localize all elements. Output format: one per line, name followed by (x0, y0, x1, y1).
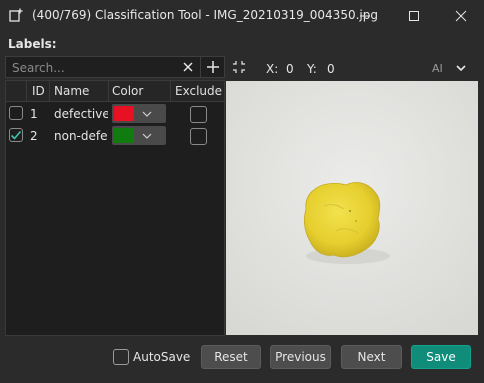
fit-to-window-icon[interactable] (232, 60, 246, 74)
labels-heading: Labels: (8, 37, 57, 51)
column-divider (49, 81, 50, 101)
exclude-checkbox[interactable] (190, 128, 207, 145)
minimize-button[interactable] (342, 0, 388, 32)
search-bar (5, 56, 225, 79)
viewer-toolbar: X: 0 Y: 0 AI (226, 56, 478, 80)
color-dropdown[interactable] (112, 104, 166, 123)
y-label: Y: (307, 62, 317, 76)
minimize-icon (360, 15, 370, 17)
header-color: Color (112, 84, 144, 98)
autosave-label: AutoSave (133, 350, 191, 364)
classification-tool-window: (400/769) Classification Tool - IMG_2021… (0, 0, 484, 383)
sample-image (226, 81, 478, 335)
image-canvas[interactable] (226, 81, 478, 335)
table-row[interactable]: 1 defective (6, 103, 224, 125)
previous-button[interactable]: Previous (270, 345, 331, 369)
table-row[interactable]: 2 non-defe (6, 125, 224, 147)
column-divider (26, 81, 27, 101)
maximize-button[interactable] (391, 0, 437, 32)
color-dropdown[interactable] (112, 126, 166, 145)
save-button[interactable]: Save (411, 345, 471, 369)
chevron-down-icon (140, 107, 154, 121)
chevron-down-icon (140, 129, 154, 143)
header-id: ID (32, 84, 45, 98)
close-icon (455, 10, 467, 22)
row-name: defective (54, 107, 108, 121)
search-input[interactable] (6, 57, 184, 79)
ai-model-selector[interactable]: AI (432, 62, 443, 75)
y-value: 0 (327, 62, 335, 76)
row-select-checkbox[interactable] (9, 128, 23, 142)
maximize-icon (409, 11, 419, 21)
search-separator (200, 57, 201, 77)
add-image-icon (9, 8, 23, 22)
window-title: (400/769) Classification Tool - IMG_2021… (32, 8, 378, 22)
clear-search-icon[interactable] (180, 59, 196, 75)
header-exclude: Exclude (175, 84, 223, 98)
autosave-checkbox[interactable] (113, 349, 129, 365)
checkmark-icon (10, 130, 22, 140)
x-value: 0 (286, 62, 294, 76)
row-id: 2 (30, 129, 38, 143)
row-id: 1 (30, 107, 38, 121)
close-button[interactable] (438, 0, 484, 32)
labels-table: ID Name Color Exclude 1 defective 2 non-… (5, 80, 225, 336)
add-label-icon[interactable] (205, 59, 221, 75)
color-swatch-red (114, 106, 134, 121)
chevron-down-icon[interactable] (454, 61, 468, 75)
next-button[interactable]: Next (341, 345, 402, 369)
exclude-checkbox[interactable] (190, 106, 207, 123)
row-name: non-defe (54, 129, 108, 143)
row-select-checkbox[interactable] (9, 106, 23, 120)
reset-button[interactable]: Reset (201, 345, 261, 369)
column-divider (108, 81, 109, 101)
title-bar: (400/769) Classification Tool - IMG_2021… (0, 0, 484, 32)
table-header: ID Name Color Exclude (6, 81, 224, 102)
x-label: X: (266, 62, 279, 76)
header-name: Name (54, 84, 90, 98)
color-swatch-green (114, 128, 134, 143)
column-divider (170, 81, 171, 101)
